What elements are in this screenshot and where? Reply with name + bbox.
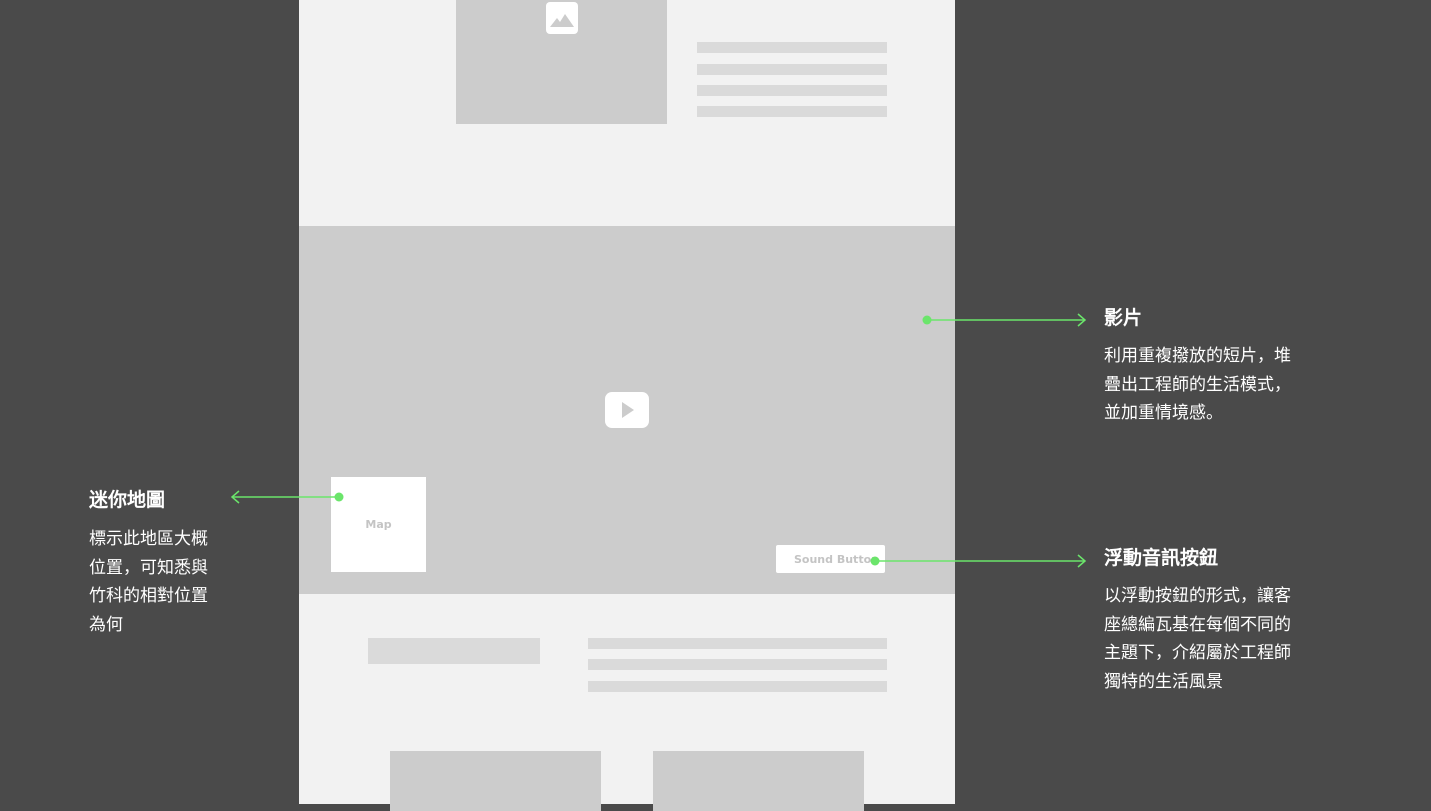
annotation-line: 疊出工程師的生活模式， [1104, 374, 1291, 395]
annotation-line: 位置，可知悉與 [89, 557, 208, 578]
annotation-line: 竹科的相對位置 [89, 586, 208, 606]
annotation-body: 以浮動按鈕的形式，讓客 座總編瓦基在每個不同的 主題下，介紹屬於工程師 獨特的生… [1104, 582, 1291, 696]
annotation-line: 並加重情境感。 [1104, 403, 1223, 423]
annotation-line: 座總編瓦基在每個不同的 [1104, 614, 1291, 635]
annotation-title: 迷你地圖 [89, 489, 166, 511]
video-anchor-dot [922, 315, 932, 325]
annotation-line: 利用重複撥放的短片，堆 [1104, 346, 1291, 366]
annotation-line: 獨特的生活風景 [1104, 671, 1223, 692]
annotation-body: 標示此地區大概 位置，可知悉與 竹科的相對位置 為何 [89, 525, 208, 639]
annotation-line: 標示此地區大概 [89, 529, 208, 549]
annotation-title: 影片 [1104, 307, 1143, 329]
sound-anchor-dot [870, 556, 880, 566]
annotation-line: 以浮動按鈕的形式，讓客 [1104, 586, 1291, 606]
annotation-video: 影片 利用重複撥放的短片，堆 疊出工程師的生活模式， 並加重情境感。 [1104, 305, 1291, 428]
annotation-line: 主題下，介紹屬於工程師 [1104, 643, 1291, 663]
annotation-line: 為何 [89, 614, 123, 635]
annotation-minimap: 迷你地圖 標示此地區大概 位置，可知悉與 竹科的相對位置 為何 [89, 487, 208, 639]
annotation-title: 浮動音訊按鈕 [1104, 547, 1219, 569]
minimap-anchor-dot [334, 492, 344, 502]
annotation-body: 利用重複撥放的短片，堆 疊出工程師的生活模式， 並加重情境感。 [1104, 342, 1291, 428]
annotation-sound-button: 浮動音訊按鈕 以浮動按鈕的形式，讓客 座總編瓦基在每個不同的 主題下，介紹屬於工… [1104, 545, 1291, 696]
